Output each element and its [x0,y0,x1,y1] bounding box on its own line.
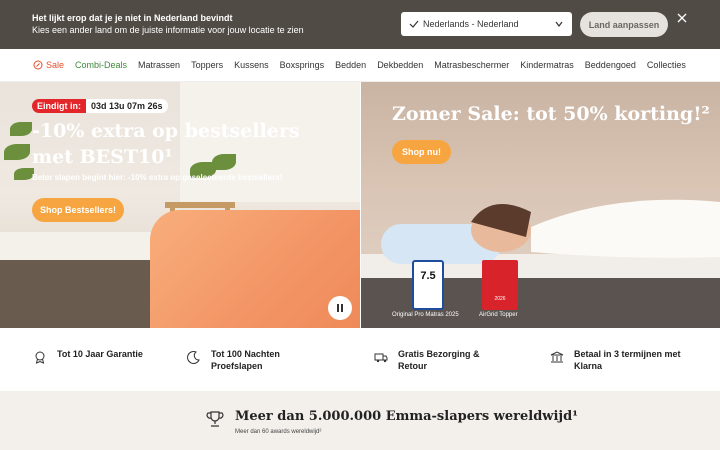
test-award-badge: 7.5 [412,260,444,310]
location-title: Het lijkt erop dat je je niet in Nederla… [32,13,233,23]
shop-bestsellers-button[interactable]: Shop Bestsellers! [32,198,124,222]
badge-caption: Original Pro Matras 2025 [392,312,459,318]
country-select-value: Nederlands - Nederland [423,19,519,29]
award-ribbon-icon [35,351,45,364]
usp-label: Tot 100 Nachten Proefslapen [211,349,280,371]
hero-banner-summer-sale[interactable]: 7.5 2026 Original Pro Matras 2025 AirGri… [361,82,720,328]
hero-title: Zomer Sale: tot 50% korting!² [392,103,710,125]
plant-leaf [4,144,30,160]
plant-leaf [14,168,34,180]
truck-icon [374,353,388,363]
usp-trial: Tot 100 Nachten Proefslapen [187,348,301,372]
shop-now-button[interactable]: Shop nu! [392,140,451,164]
nav-item-collecties[interactable]: Collecties [647,60,686,70]
countdown-timer: Eindigt in: 03d 13u 07m 26s [32,99,168,113]
nav-item-toppers[interactable]: Toppers [191,60,223,70]
plant-leaf [10,122,32,136]
hero-banner-bestsellers[interactable]: Eindigt in: 03d 13u 07m 26s -10% extra o… [0,82,360,328]
location-subtitle: Kies een ander land om de juiste informa… [32,25,304,35]
hero-subtitle: Beter slapen begint hier: -10% extra op … [32,173,283,182]
nav-item-matrassen[interactable]: Matrassen [138,60,180,70]
nav-item-matrasbeschermer[interactable]: Matrasbeschermer [434,60,509,70]
change-country-button[interactable]: Land aanpassen [580,12,668,37]
awards-section: Meer dan 5.000.000 Emma-slapers wereldwi… [0,391,720,450]
awards-subtitle: Meer dan 60 awards wereldwijd² [235,429,322,435]
badge-year: 2026 [494,296,506,302]
nav-item-boxsprings[interactable]: Boxsprings [280,60,325,70]
nav-item-label: Sale [46,60,65,70]
countdown-value: 03d 13u 07m 26s [86,99,168,113]
usp-label: Betaal in 3 termijnen met Klarna [574,349,681,371]
nav-item-bedden[interactable]: Bedden [335,60,366,70]
sleeping-woman-illustration [471,199,720,258]
sale-badge-icon [33,60,43,70]
badge-score: 7.5 [420,270,436,282]
usp-warranty: Tot 10 Jaar Garantie [33,348,147,364]
nav-item-combi-deals[interactable]: Combi-Deals [75,60,127,70]
bank-icon [550,351,564,363]
location-message: Het lijkt erop dat je je niet in Nederla… [32,12,304,37]
close-icon[interactable] [676,12,688,24]
nav-item-beddengoed[interactable]: Beddengoed [585,60,636,70]
badge-caption: AirGrid Topper [479,312,518,318]
nav-item-kindermatras[interactable]: Kindermatras [520,60,574,70]
country-select[interactable]: Nederlands - Nederland [401,12,572,36]
nav-item-dekbedden[interactable]: Dekbedden [377,60,423,70]
check-icon [409,20,419,28]
awards-title: Meer dan 5.000.000 Emma-slapers wereldwi… [235,409,578,424]
pause-icon [337,304,343,312]
usp-label: Tot 10 Jaar Garantie [57,349,143,359]
usp-bar: Tot 10 Jaar Garantie Tot 100 Nachten Pro… [0,328,720,391]
chevron-down-icon [555,21,563,27]
usp-delivery: Gratis Bezorging & Retour [374,348,488,372]
countdown-label: Eindigt in: [32,99,86,113]
usp-label: Gratis Bezorging & Retour [398,349,480,371]
nav-item-kussens[interactable]: Kussens [234,60,269,70]
hero-title: -10% extra op bestsellers met BEST10¹ [32,120,300,168]
trophy-icon [206,411,224,427]
pause-carousel-button[interactable] [328,296,352,320]
main-nav: Sale Combi-Deals Matrassen Toppers Kusse… [0,49,720,82]
usp-klarna: Betaal in 3 termijnen met Klarna [550,348,704,372]
product-award-badge: 2026 [482,260,518,310]
nav-item-sale[interactable]: Sale [33,60,64,70]
moon-icon [187,351,200,364]
location-banner: Het lijkt erop dat je je niet in Nederla… [0,0,720,49]
